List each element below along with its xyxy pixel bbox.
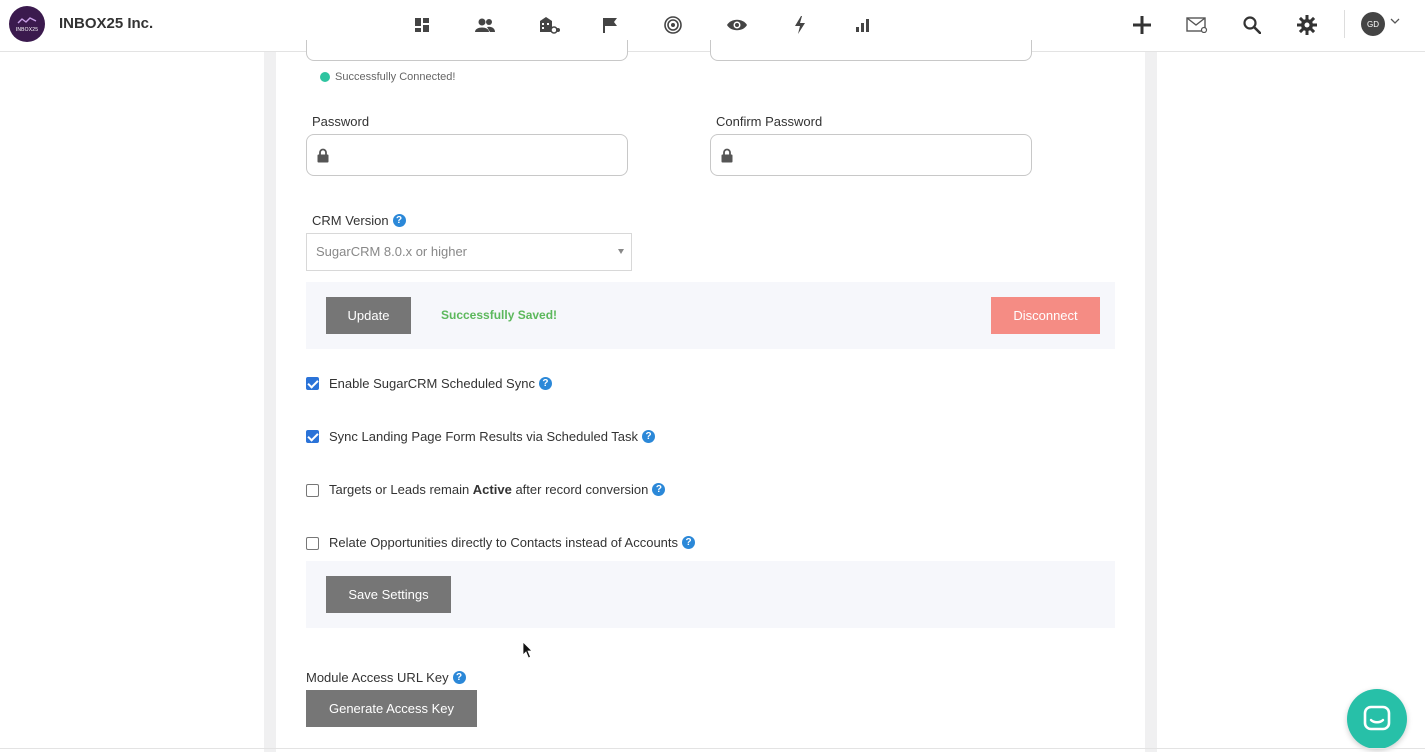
help-icon[interactable]: ? [682, 536, 696, 550]
settings-gear-icon[interactable] [1295, 13, 1319, 37]
url-input[interactable] [710, 40, 1032, 61]
option-text-pre: Targets or Leads remain [329, 482, 473, 497]
chevron-down-icon[interactable] [1390, 17, 1400, 25]
option-text-bold: Active [472, 482, 512, 497]
company-logo[interactable]: INBOX25 [9, 6, 45, 42]
help-icon[interactable]: ? [392, 214, 406, 228]
mouse-cursor-icon [522, 641, 533, 659]
option-label: Enable SugarCRM Scheduled Sync? [329, 376, 552, 391]
option-text: Relate Opportunities directly to Contact… [329, 535, 679, 550]
module-access-label-text: Module Access URL Key [306, 670, 449, 685]
dashboard-icon[interactable] [410, 13, 434, 37]
update-button[interactable]: Update [326, 297, 411, 334]
option-text: Sync Landing Page Form Results via Sched… [329, 429, 639, 444]
checkbox-scheduled-sync[interactable] [306, 377, 319, 390]
lock-icon [317, 148, 329, 163]
accounts-icon[interactable] [537, 13, 561, 37]
username-input[interactable] [306, 40, 628, 61]
password-field[interactable] [306, 134, 628, 176]
option-label: Relate Opportunities directly to Contact… [329, 535, 696, 550]
dropdown-arrow-icon [618, 249, 624, 254]
help-icon[interactable]: ? [642, 430, 656, 444]
password-label: Password [312, 114, 370, 129]
crm-version-select[interactable]: SugarCRM 8.0.x or higher [306, 233, 632, 271]
page-bottom-border [0, 748, 1425, 749]
help-icon[interactable]: ? [452, 671, 466, 685]
connection-status-text: Successfully Connected! [335, 71, 456, 83]
saved-message: Successfully Saved! [441, 308, 558, 322]
lock-icon [721, 148, 733, 163]
option-label: Sync Landing Page Form Results via Sched… [329, 429, 656, 444]
logo-wave-icon [17, 16, 37, 23]
help-icon[interactable]: ? [652, 483, 666, 497]
checkbox-relate-opportunities[interactable] [306, 537, 319, 550]
option-text-post: after record conversion [511, 482, 649, 497]
contacts-icon[interactable] [473, 13, 497, 37]
module-access-label: Module Access URL Key? [306, 670, 466, 685]
generate-access-key-button[interactable]: Generate Access Key [306, 690, 477, 727]
company-name: INBOX25 Inc. [59, 15, 154, 32]
option-text: Enable SugarCRM Scheduled Sync [329, 376, 535, 391]
option-label: Targets or Leads remain Active after rec… [329, 482, 666, 497]
chat-launcher-button[interactable] [1347, 689, 1407, 749]
crm-version-label-text: CRM Version [312, 213, 389, 228]
crm-version-value: SugarCRM 8.0.x or higher [316, 244, 468, 259]
search-icon[interactable] [1240, 13, 1264, 37]
target-icon[interactable] [661, 13, 685, 37]
automation-bolt-icon[interactable] [788, 13, 812, 37]
help-icon[interactable]: ? [538, 377, 552, 391]
logo-text: INBOX25 [15, 26, 39, 33]
header-divider [1344, 10, 1345, 38]
visibility-eye-icon[interactable] [725, 13, 749, 37]
add-icon[interactable] [1130, 13, 1154, 37]
crm-version-label: CRM Version? [312, 213, 406, 228]
reports-bars-icon[interactable] [851, 13, 875, 37]
connection-status-dot [320, 72, 330, 82]
mail-icon[interactable] [1185, 13, 1209, 37]
confirm-password-field[interactable] [710, 134, 1032, 176]
content-left-gutter [264, 52, 276, 752]
save-settings-button[interactable]: Save Settings [326, 576, 451, 613]
checkbox-leads-remain-active[interactable] [306, 484, 319, 497]
user-avatar[interactable]: GD [1361, 12, 1385, 36]
content-right-gutter [1145, 52, 1157, 752]
checkbox-sync-landing-page[interactable] [306, 430, 319, 443]
campaigns-flag-icon[interactable] [598, 13, 622, 37]
chat-icon [1363, 705, 1391, 731]
confirm-password-label: Confirm Password [716, 114, 823, 129]
disconnect-button[interactable]: Disconnect [991, 297, 1100, 334]
